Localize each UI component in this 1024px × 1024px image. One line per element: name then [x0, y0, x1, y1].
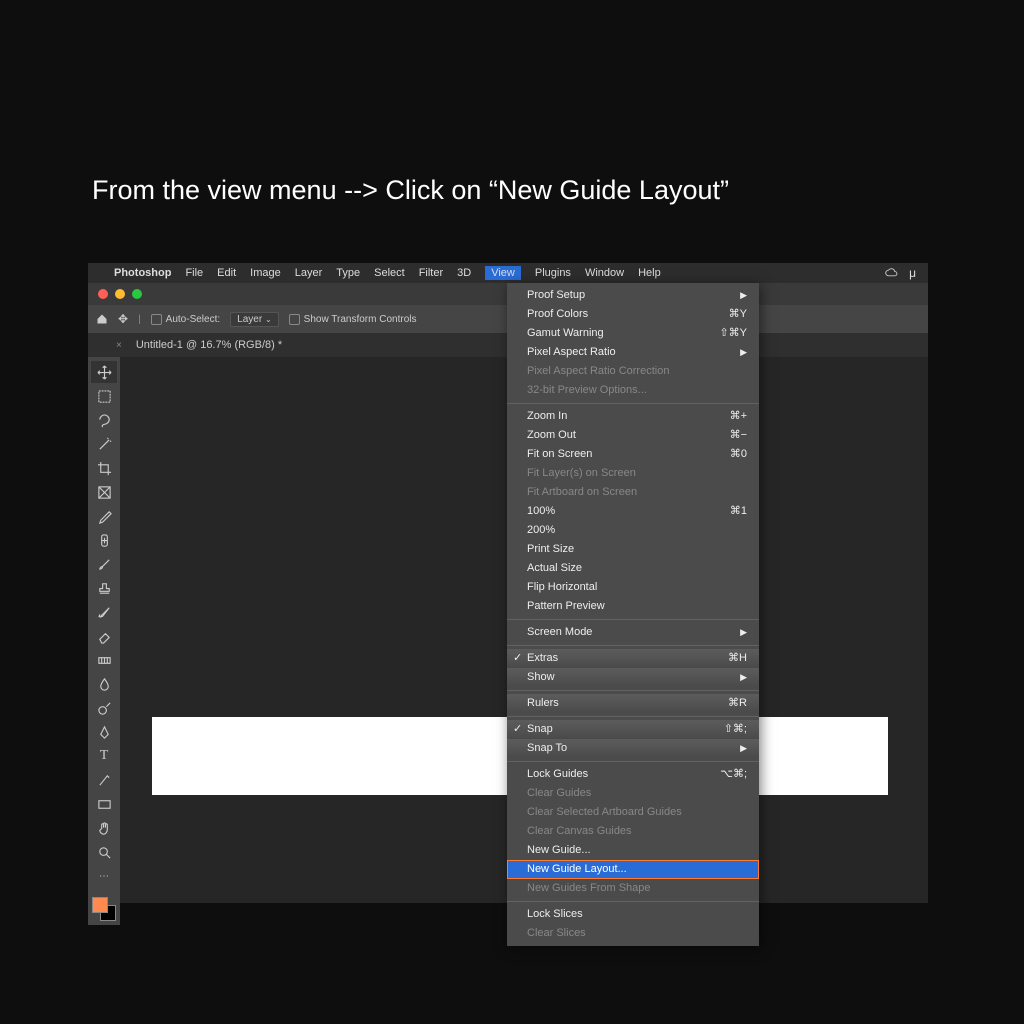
menu-item-clear-canvas-guides: Clear Canvas Guides	[507, 822, 759, 841]
menu-item-lock-guides[interactable]: Lock Guides⌥⌘;	[507, 765, 759, 784]
menu-item-actual-size[interactable]: Actual Size	[507, 559, 759, 578]
menu-item-new-guide-layout[interactable]: New Guide Layout...	[507, 860, 759, 879]
show-transform-checkbox[interactable]: Show Transform Controls	[289, 314, 417, 325]
menu-item-snap-to[interactable]: Snap To▶	[507, 739, 759, 758]
frame-tool[interactable]	[91, 481, 117, 503]
path-tool[interactable]	[91, 769, 117, 791]
menu-view[interactable]: View	[485, 266, 521, 280]
photoshop-window: Photoshop File Edit Image Layer Type Sel…	[88, 263, 928, 903]
layer-dropdown[interactable]: Layer ⌄	[230, 312, 279, 327]
blur-tool[interactable]	[91, 673, 117, 695]
menu-help[interactable]: Help	[638, 267, 661, 279]
auto-select-checkbox[interactable]: Auto-Select:	[151, 314, 220, 325]
minimize-button[interactable]	[115, 289, 125, 299]
close-button[interactable]	[98, 289, 108, 299]
auto-select-label: Auto-Select:	[166, 314, 220, 325]
menu-item-flip-horizontal[interactable]: Flip Horizontal	[507, 578, 759, 597]
crop-tool[interactable]	[91, 457, 117, 479]
eyedropper-tool[interactable]	[91, 505, 117, 527]
menu-item-pattern-preview[interactable]: Pattern Preview	[507, 597, 759, 616]
menu-item-pixel-aspect-ratio-correction: Pixel Aspect Ratio Correction	[507, 362, 759, 381]
stamp-tool[interactable]	[91, 577, 117, 599]
menu-item-proof-setup[interactable]: Proof Setup▶	[507, 286, 759, 305]
app-name[interactable]: Photoshop	[114, 267, 171, 279]
maximize-button[interactable]	[132, 289, 142, 299]
move-tool-icon[interactable]: ✥	[118, 312, 128, 326]
toolbox: T ⋯	[88, 357, 120, 925]
menu-item-snap[interactable]: ✓Snap⇧⌘;	[507, 720, 759, 739]
menu-item-extras[interactable]: ✓Extras⌘H	[507, 649, 759, 668]
cloud-icon[interactable]	[885, 268, 899, 278]
history-brush-tool[interactable]	[91, 601, 117, 623]
menu-item-100[interactable]: 100%⌘1	[507, 502, 759, 521]
menu-type[interactable]: Type	[336, 267, 360, 279]
lasso-tool[interactable]	[91, 409, 117, 431]
marquee-tool[interactable]	[91, 385, 117, 407]
menu-item-print-size[interactable]: Print Size	[507, 540, 759, 559]
menu-item-zoom-in[interactable]: Zoom In⌘+	[507, 407, 759, 426]
wand-tool[interactable]	[91, 433, 117, 455]
menu-item-rulers[interactable]: Rulers⌘R	[507, 694, 759, 713]
instruction-text: From the view menu --> Click on “New Gui…	[92, 175, 729, 206]
menu-item-gamut-warning[interactable]: Gamut Warning⇧⌘Y	[507, 324, 759, 343]
move-tool[interactable]	[91, 361, 117, 383]
menu-item-fit-on-screen[interactable]: Fit on Screen⌘0	[507, 445, 759, 464]
menu-image[interactable]: Image	[250, 267, 281, 279]
menu-item-new-guide[interactable]: New Guide...	[507, 841, 759, 860]
menu-item-200[interactable]: 200%	[507, 521, 759, 540]
menu-plugins[interactable]: Plugins	[535, 267, 571, 279]
menu-item-new-guides-from-shape: New Guides From Shape	[507, 879, 759, 898]
gradient-tool[interactable]	[91, 649, 117, 671]
menu-edit[interactable]: Edit	[217, 267, 236, 279]
menu-item-lock-slices[interactable]: Lock Slices	[507, 905, 759, 924]
menu-layer[interactable]: Layer	[295, 267, 323, 279]
rectangle-tool[interactable]	[91, 793, 117, 815]
menu-item-clear-guides: Clear Guides	[507, 784, 759, 803]
menu-3d[interactable]: 3D	[457, 267, 471, 279]
type-tool[interactable]: T	[91, 745, 117, 767]
menu-item-pixel-aspect-ratio[interactable]: Pixel Aspect Ratio▶	[507, 343, 759, 362]
brush-tool[interactable]	[91, 553, 117, 575]
menu-item-32-bit-preview-options: 32-bit Preview Options...	[507, 381, 759, 400]
color-swatch[interactable]	[92, 897, 116, 921]
document-tab[interactable]: Untitled-1 @ 16.7% (RGB/8) *	[128, 335, 290, 355]
menu-file[interactable]: File	[185, 267, 203, 279]
hand-tool[interactable]	[91, 817, 117, 839]
show-transform-label: Show Transform Controls	[304, 314, 417, 325]
menu-item-clear-selected-artboard-guides: Clear Selected Artboard Guides	[507, 803, 759, 822]
close-tab-icon[interactable]: ×	[116, 340, 122, 351]
menu-item-zoom-out[interactable]: Zoom Out⌘−	[507, 426, 759, 445]
view-dropdown-menu: Proof Setup▶Proof Colors⌘YGamut Warning⇧…	[507, 283, 759, 946]
mu-icon[interactable]: μ	[909, 266, 916, 280]
foreground-color[interactable]	[92, 897, 108, 913]
pen-tool[interactable]	[91, 721, 117, 743]
menu-item-screen-mode[interactable]: Screen Mode▶	[507, 623, 759, 642]
toolbox-more[interactable]: ⋯	[91, 865, 117, 887]
menu-item-proof-colors[interactable]: Proof Colors⌘Y	[507, 305, 759, 324]
menu-item-clear-slices: Clear Slices	[507, 924, 759, 943]
menu-select[interactable]: Select	[374, 267, 405, 279]
menu-item-show[interactable]: Show▶	[507, 668, 759, 687]
menu-window[interactable]: Window	[585, 267, 624, 279]
eraser-tool[interactable]	[91, 625, 117, 647]
menu-filter[interactable]: Filter	[419, 267, 443, 279]
zoom-tool[interactable]	[91, 841, 117, 863]
menu-item-fit-artboard-on-screen: Fit Artboard on Screen	[507, 483, 759, 502]
menubar: Photoshop File Edit Image Layer Type Sel…	[88, 263, 928, 283]
menu-item-fit-layer-s-on-screen: Fit Layer(s) on Screen	[507, 464, 759, 483]
home-icon[interactable]	[96, 313, 108, 325]
healing-tool[interactable]	[91, 529, 117, 551]
dodge-tool[interactable]	[91, 697, 117, 719]
